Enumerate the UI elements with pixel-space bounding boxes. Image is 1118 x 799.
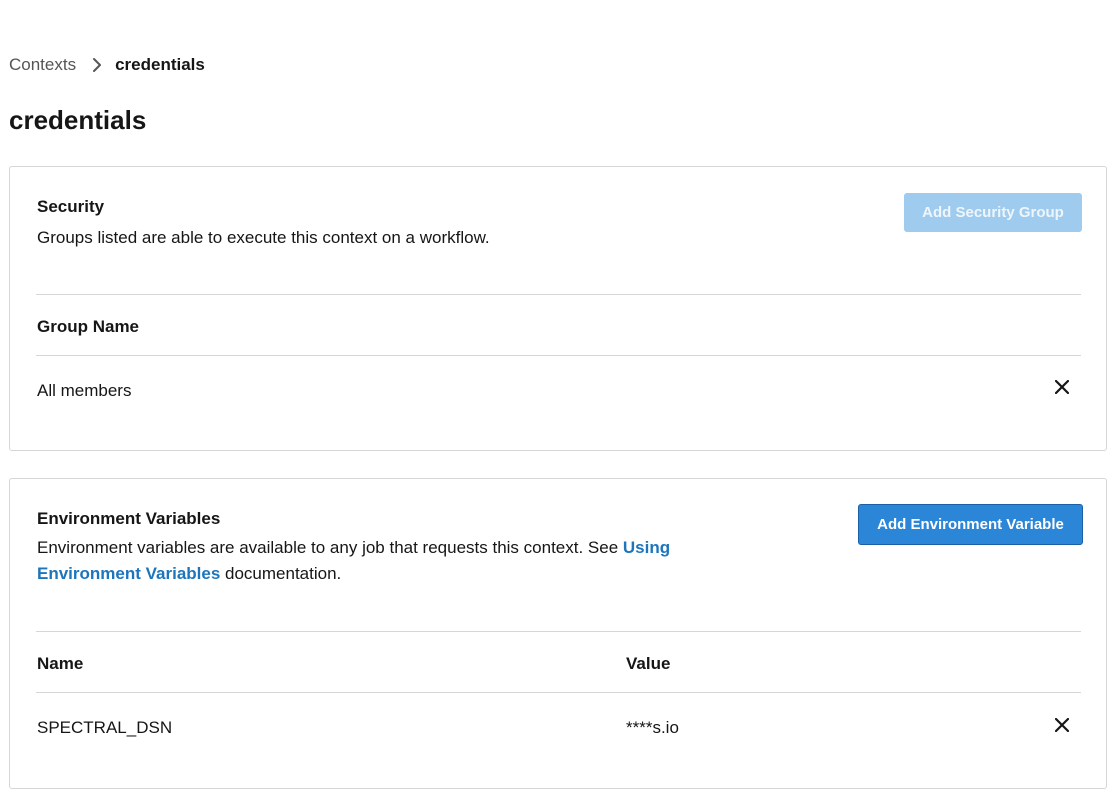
security-description: Groups listed are able to execute this c… <box>37 228 490 247</box>
env-description-suffix: documentation. <box>220 564 342 583</box>
env-description: Environment variables are available to a… <box>37 535 717 587</box>
security-card: Security Groups listed are able to execu… <box>9 166 1107 451</box>
env-value-cell: ****s.io <box>626 718 679 737</box>
value-column-header: Value <box>626 654 671 673</box>
env-divider-header <box>36 692 1081 693</box>
page-title: credentials <box>9 105 147 135</box>
add-security-group-button[interactable]: Add Security Group <box>904 193 1082 232</box>
close-icon[interactable] <box>1052 377 1072 397</box>
close-icon[interactable] <box>1052 715 1072 735</box>
env-title: Environment Variables <box>37 509 221 528</box>
breadcrumb-current: credentials <box>115 55 205 74</box>
breadcrumb: Contexts credentials <box>9 54 205 76</box>
env-divider-top <box>36 631 1081 632</box>
security-title: Security <box>37 197 105 216</box>
breadcrumb-contexts-link[interactable]: Contexts <box>9 55 76 75</box>
environment-variables-card: Environment Variables Environment variab… <box>9 478 1107 789</box>
chevron-right-icon <box>88 56 106 74</box>
add-environment-variable-button[interactable]: Add Environment Variable <box>858 504 1083 545</box>
security-divider-top <box>36 294 1081 295</box>
security-divider-header <box>36 355 1081 356</box>
env-description-prefix: Environment variables are available to a… <box>37 538 623 557</box>
group-name-cell: All members <box>37 381 132 400</box>
name-column-header: Name <box>37 654 84 673</box>
group-name-column-header: Group Name <box>37 317 140 336</box>
env-name-cell: SPECTRAL_DSN <box>37 718 173 737</box>
context-page: Contexts credentials credentials Securit… <box>0 0 1118 799</box>
